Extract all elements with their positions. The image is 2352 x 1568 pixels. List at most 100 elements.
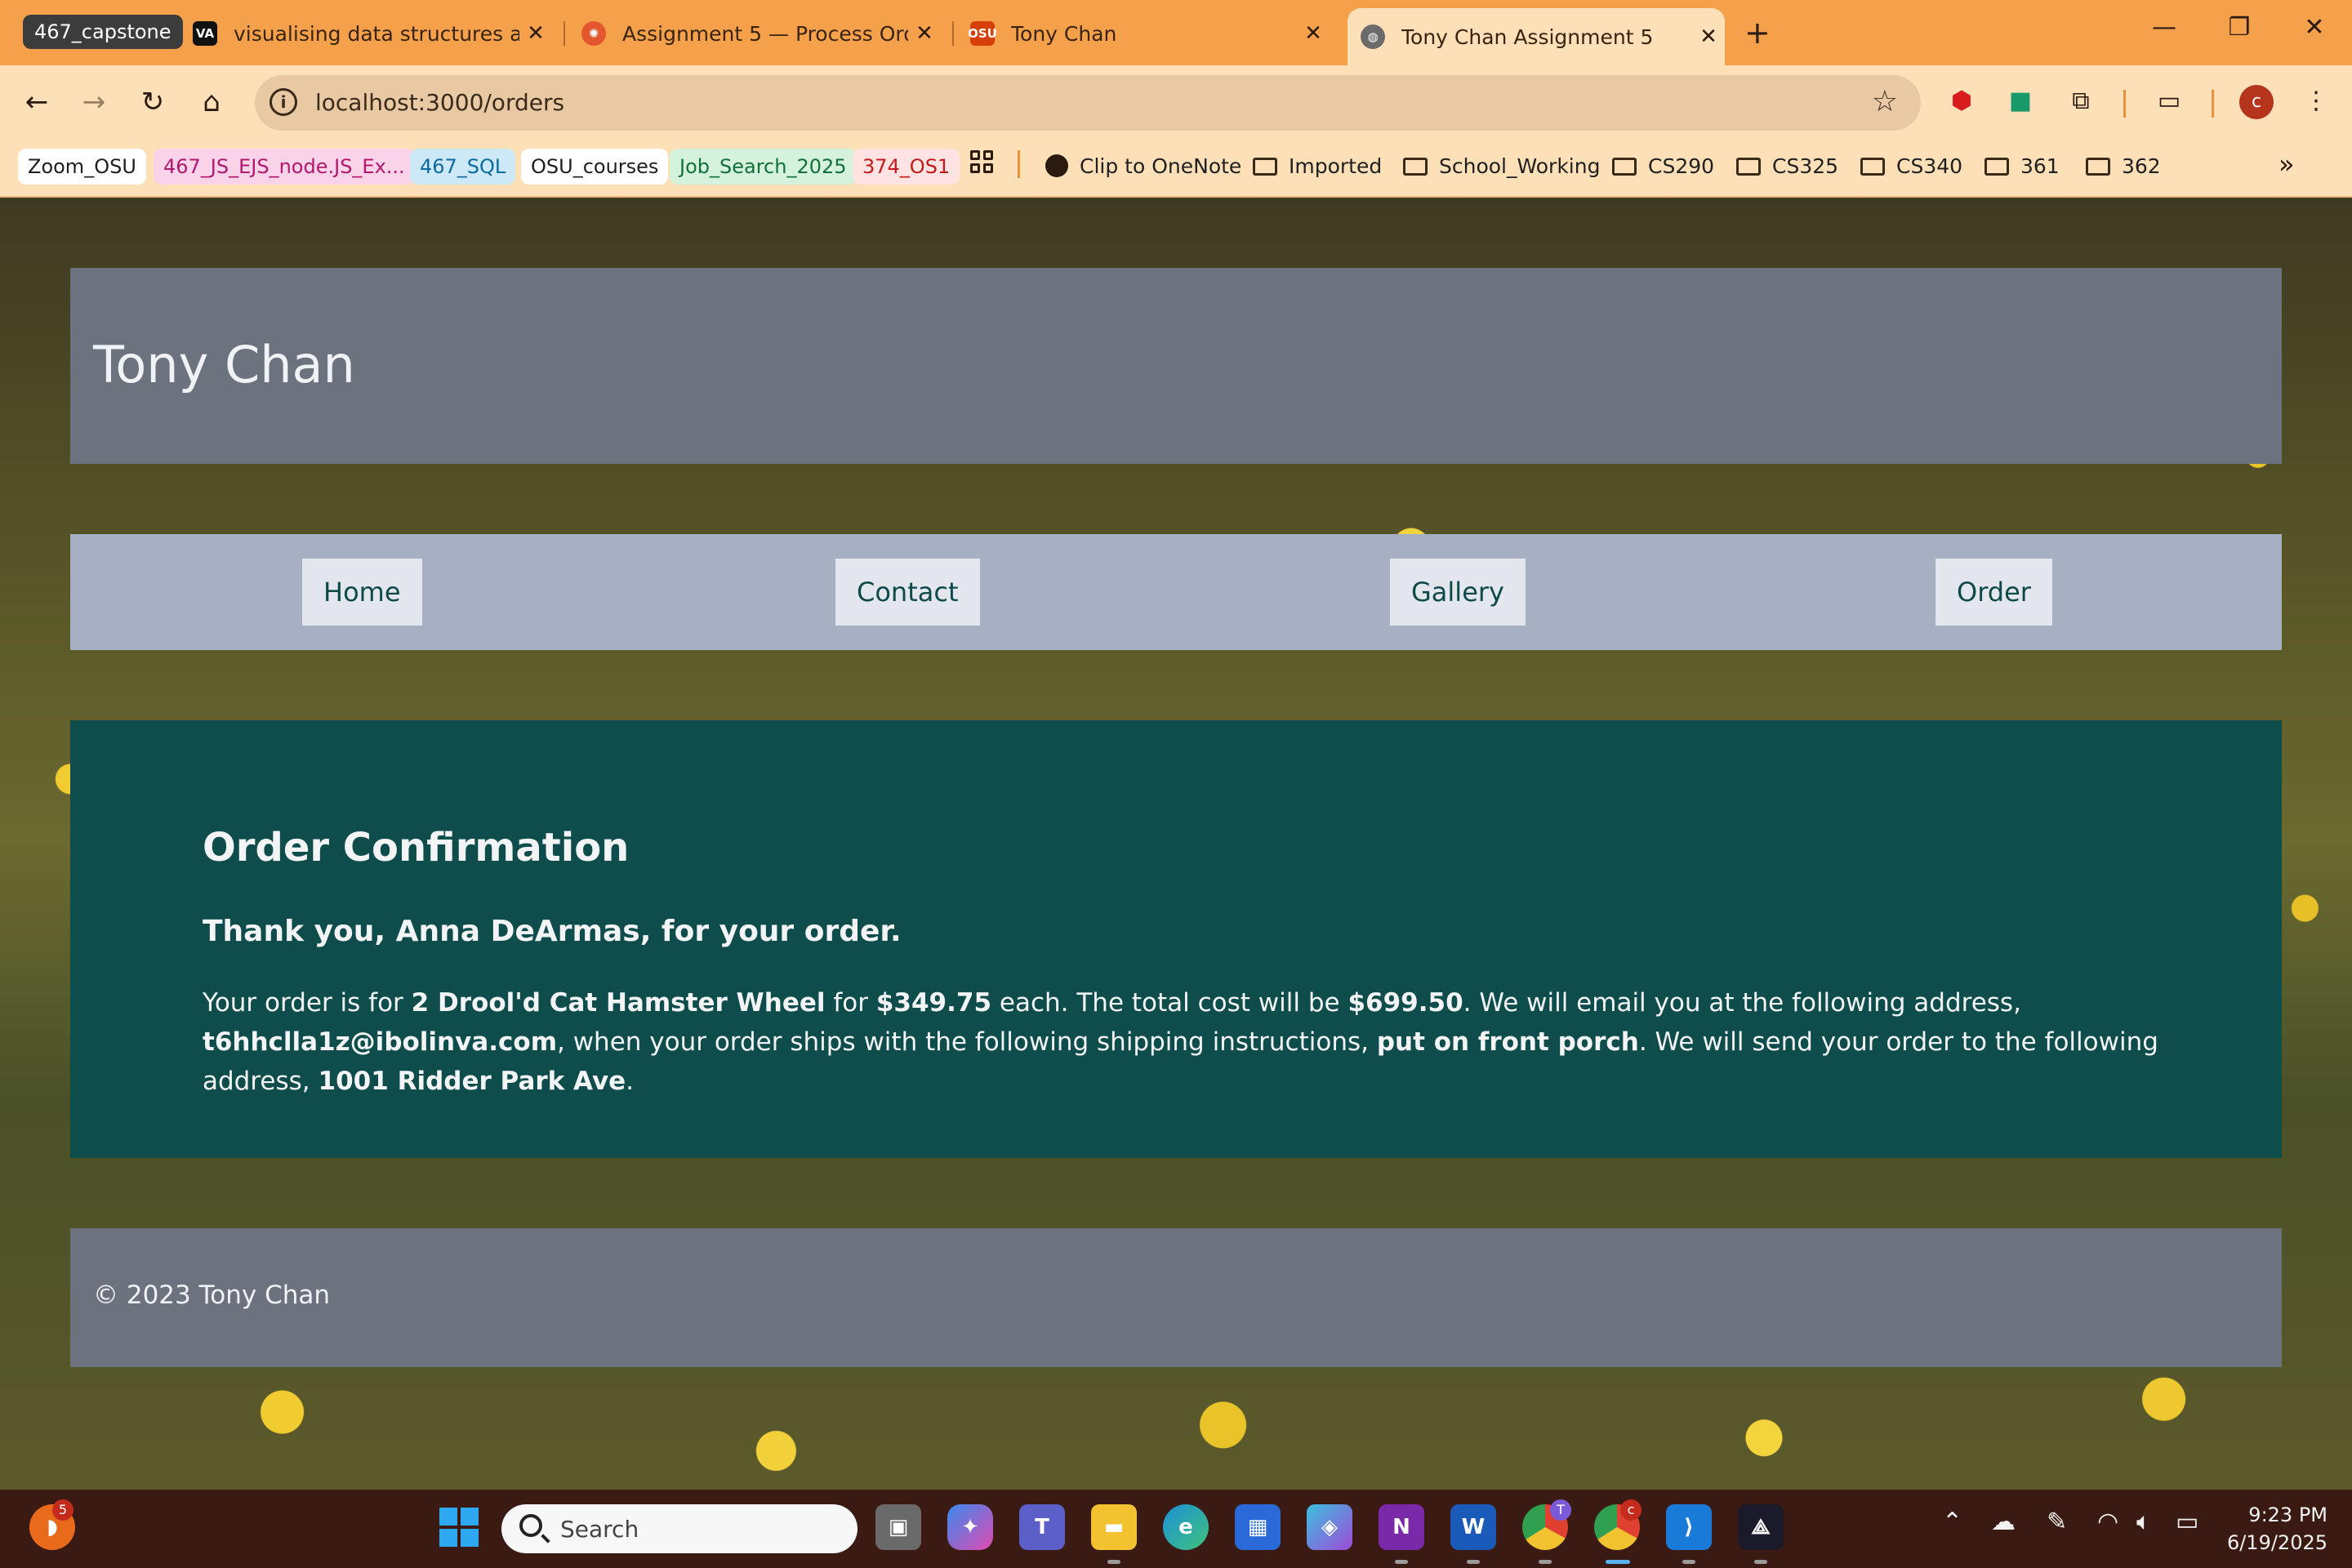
reload-icon[interactable]: ↻ [132, 82, 173, 122]
site-header: Tony Chan [70, 268, 2282, 464]
globe-icon: ◍ [1361, 24, 1385, 49]
folder-icon [1253, 158, 1277, 176]
vscode-icon[interactable]: ⟩ [1666, 1504, 1712, 1550]
home-icon[interactable]: ⌂ [191, 82, 232, 122]
order-shipping-instructions: put on front porch [1376, 1027, 1639, 1057]
bookmark-job-search[interactable]: Job_Search_2025 [670, 149, 857, 185]
bookmark-folder-school-working[interactable]: School_Working [1403, 149, 1600, 185]
new-tab-button[interactable]: + [1744, 15, 1771, 51]
close-icon[interactable]: ✕ [908, 21, 941, 46]
tab-visualising[interactable]: VA visualising data structures and a ✕ [193, 8, 552, 59]
bookmark-label: School_Working [1439, 154, 1601, 178]
task-view-icon[interactable]: ▣ [875, 1504, 921, 1550]
folder-icon [1403, 158, 1428, 176]
microsoft-store-icon[interactable]: ▦ [1235, 1504, 1281, 1550]
onedrive-cloud-icon[interactable]: ☁ [1991, 1508, 2016, 1536]
forward-icon[interactable]: → [74, 82, 114, 122]
page-title: Order Confirmation [203, 825, 630, 871]
close-icon[interactable]: ✕ [519, 21, 552, 46]
order-email: t6hhclla1z@ibolinva.com [203, 1027, 557, 1057]
profile-badge: c [1620, 1499, 1642, 1521]
system-clock[interactable]: 9:23 PM 6/19/2025 [2213, 1501, 2328, 1557]
word-icon[interactable]: W [1450, 1504, 1496, 1550]
order-total: $699.50 [1348, 988, 1463, 1018]
active-indicator [1606, 1560, 1630, 1564]
close-icon[interactable]: ✕ [1297, 21, 1330, 46]
folder-icon [2086, 158, 2110, 176]
taskbar-search-box[interactable]: Search [501, 1504, 858, 1553]
order-confirmation-section: Order Confirmation Thank you, Anna DeArm… [70, 720, 2282, 1158]
tab-search-icon[interactable]: ▭ [2149, 82, 2189, 121]
tab-title: Tony Chan Assignment 5 [1401, 24, 1654, 49]
search-extension-icon[interactable]: ■ [2001, 82, 2040, 121]
close-window-icon[interactable]: ✕ [2290, 13, 2339, 42]
edge-icon[interactable]: e [1163, 1504, 1209, 1550]
restore-icon[interactable]: ❐ [2215, 13, 2264, 42]
wifi-icon[interactable]: ◠ [2097, 1508, 2118, 1536]
profile-avatar[interactable]: c [2239, 85, 2274, 119]
running-indicator [1107, 1560, 1120, 1564]
bookmark-374-os1[interactable]: 374_OS1 [853, 149, 960, 185]
nav-gallery-link[interactable]: Gallery [1390, 559, 1526, 626]
bookmark-label: Imported [1289, 154, 1383, 178]
battery-icon[interactable]: ▭ [2176, 1508, 2198, 1536]
nav-order-link[interactable]: Order [1936, 559, 2052, 626]
bookmark-folder-362[interactable]: 362 [2086, 149, 2161, 185]
tab-separator [952, 21, 954, 46]
tab-title: Tony Chan [1011, 21, 1117, 46]
nav-home-link[interactable]: Home [302, 559, 422, 626]
onenote-icon[interactable]: N [1379, 1504, 1424, 1550]
copilot-icon[interactable]: ✦ [947, 1504, 993, 1550]
pen-icon[interactable]: ✎ [2047, 1508, 2067, 1536]
browser-toolbar: ← → ↻ ⌂ i localhost:3000/orders ☆ ⬢ ■ ⧉ … [0, 65, 2352, 139]
back-icon[interactable]: ← [16, 82, 57, 122]
osu-favicon-icon: OSU [968, 21, 997, 46]
clock-date: 6/19/2025 [2226, 1531, 2328, 1554]
bookmark-folder-cs340[interactable]: CS340 [1860, 149, 1962, 185]
toolbar-separator [2212, 90, 2214, 118]
file-explorer-icon[interactable]: ▬ [1091, 1504, 1137, 1550]
bookmark-folder-cs325[interactable]: CS325 [1736, 149, 1838, 185]
profile-badge: T [1550, 1499, 1571, 1521]
volume-icon[interactable]: 🔈︎ [2136, 1508, 2151, 1536]
bookmark-467-js-ejs[interactable]: 467_JS_EJS_node.JS_Ex... [154, 149, 415, 185]
m365-icon[interactable]: ◈ [1307, 1504, 1352, 1550]
bookmark-clip-to-onenote[interactable]: Clip to OneNote [1045, 149, 1241, 185]
folder-icon [1984, 158, 2009, 176]
bookmark-label: 362 [2122, 154, 2161, 178]
bookmarks-overflow-icon[interactable]: » [2278, 149, 2295, 180]
page-viewport: Tony Chan Home Contact Gallery Order Ord… [0, 198, 2352, 1490]
teams-icon[interactable]: T [1019, 1504, 1065, 1550]
address-bar[interactable]: i localhost:3000/orders ☆ [255, 75, 1921, 131]
bookmark-467-sql[interactable]: 467_SQL [410, 149, 516, 185]
tab-assignment-5[interactable]: ✺ Assignment 5 — Process Order ✕ [581, 8, 941, 59]
minimize-icon[interactable]: — [2140, 13, 2189, 42]
tab-title: visualising data structures and a [234, 21, 519, 46]
bookmark-osu-courses[interactable]: OSU_courses [521, 149, 669, 185]
order-text: . [626, 1067, 635, 1096]
bookmark-folder-cs290[interactable]: CS290 [1612, 149, 1714, 185]
tab-tony-chan[interactable]: OSU Tony Chan ✕ [968, 8, 1330, 59]
close-icon[interactable]: ✕ [1692, 24, 1725, 49]
bookmark-folder-361[interactable]: 361 [1984, 149, 2060, 185]
menu-kebab-icon[interactable]: ⋮ [2296, 82, 2336, 121]
acrobat-icon[interactable]: ⟁ [1738, 1504, 1784, 1550]
tab-title: Assignment 5 — Process Order [622, 21, 908, 46]
windows-start-icon[interactable] [436, 1504, 482, 1550]
apps-grid-icon[interactable] [970, 150, 993, 173]
folder-icon [1736, 158, 1761, 176]
nav-contact-link[interactable]: Contact [835, 559, 980, 626]
bookmark-star-icon[interactable]: ☆ [1872, 85, 1898, 118]
site-info-icon[interactable]: i [270, 88, 297, 116]
url-text[interactable]: localhost:3000/orders [315, 89, 564, 116]
chevron-up-icon[interactable]: ⌃ [1942, 1508, 1962, 1536]
clock-time: 9:23 PM [2248, 1503, 2328, 1526]
search-placeholder: Search [560, 1516, 639, 1543]
bookmark-folder-imported[interactable]: Imported [1253, 149, 1382, 185]
tab-tony-chan-assignment-5[interactable]: ◍ Tony Chan Assignment 5 ✕ [1348, 8, 1725, 65]
order-summary: Your order is for 2 Drool'd Cat Hamster … [203, 983, 2212, 1101]
bookmark-zoom-osu[interactable]: Zoom_OSU [18, 149, 146, 185]
tab-group-label[interactable]: 467_capstone [23, 15, 183, 49]
extensions-puzzle-icon[interactable]: ⧉ [2061, 82, 2100, 121]
adblock-extension-icon[interactable]: ⬢ [1942, 82, 1981, 121]
